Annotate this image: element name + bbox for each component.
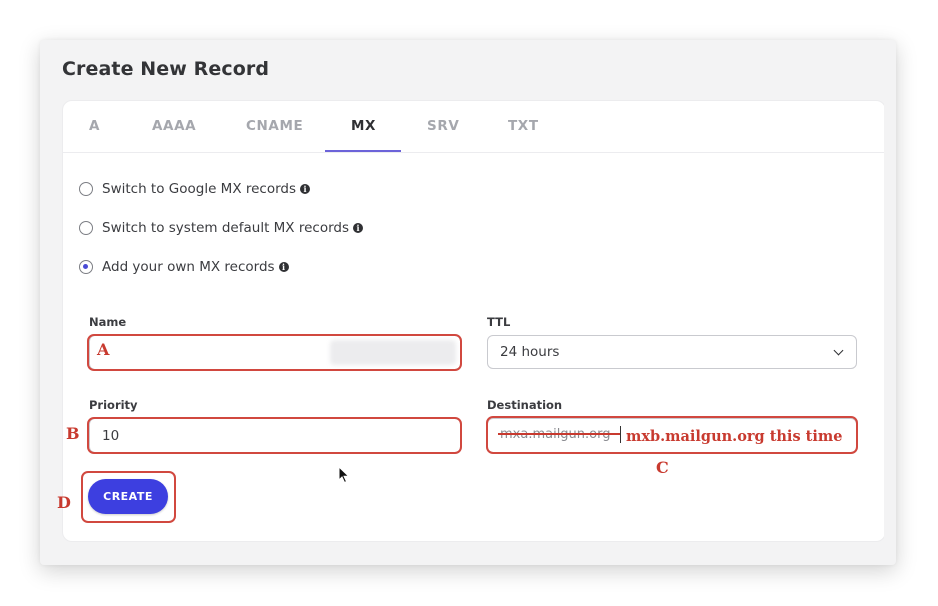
radio-button[interactable]	[79, 182, 93, 196]
destination-label: Destination	[487, 398, 563, 412]
tab-aaaa[interactable]: AAAA	[152, 118, 196, 134]
radio-button-selected[interactable]	[79, 260, 93, 274]
chevron-down-icon	[833, 345, 844, 356]
ttl-value: 24 hours	[500, 344, 560, 360]
annotation-letter-b: B	[66, 424, 80, 443]
option-label: Switch to system default MX records	[102, 220, 350, 236]
option-system-default-mx[interactable]: Switch to system default MX records i	[79, 218, 364, 238]
name-label: Name	[89, 315, 127, 329]
ttl-select[interactable]: 24 hours	[487, 335, 857, 369]
annotation-letter-a: A	[97, 340, 110, 359]
info-icon[interactable]: i	[353, 223, 364, 233]
ttl-label: TTL	[487, 315, 511, 329]
annotation-box-d	[81, 471, 176, 523]
annotation-letter-d: D	[57, 493, 71, 512]
annotation-letter-c: C	[656, 458, 669, 477]
tab-mx[interactable]: MX	[351, 118, 376, 134]
card-edge	[884, 100, 892, 540]
option-google-mx[interactable]: Switch to Google MX records i	[79, 179, 311, 199]
tab-txt[interactable]: TXT	[508, 118, 539, 134]
mouse-pointer-icon	[338, 466, 350, 484]
radio-button[interactable]	[79, 221, 93, 235]
tab-srv[interactable]: SRV	[427, 118, 459, 134]
record-card	[62, 100, 886, 542]
tab-a[interactable]: A	[89, 118, 100, 134]
priority-label: Priority	[89, 398, 138, 412]
option-own-mx[interactable]: Add your own MX records i	[79, 257, 289, 277]
annotation-box-a	[87, 334, 462, 371]
info-icon[interactable]: i	[278, 262, 289, 272]
tab-cname[interactable]: CNAME	[246, 118, 303, 134]
option-label: Switch to Google MX records	[102, 181, 297, 197]
record-type-tabs: A AAAA CNAME MX SRV TXT	[62, 100, 884, 153]
info-icon[interactable]: i	[300, 184, 311, 194]
option-label: Add your own MX records	[102, 259, 275, 275]
annotation-box-c	[486, 416, 858, 454]
page-title: Create New Record	[62, 58, 270, 80]
active-tab-indicator	[325, 150, 401, 152]
annotation-box-b	[87, 417, 462, 454]
